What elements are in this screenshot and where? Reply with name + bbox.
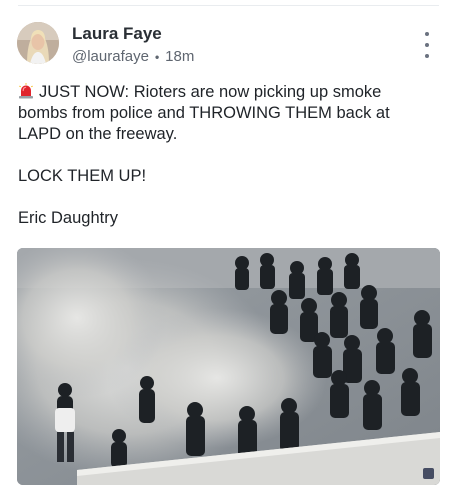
- vertical-dots-icon-dot: [425, 43, 429, 47]
- avatar[interactable]: [17, 22, 59, 64]
- vertical-dots-icon: [425, 32, 429, 36]
- post-line-1: JUST NOW: Rioters are now picking up smo…: [18, 82, 428, 145]
- avatar-image: [17, 22, 59, 64]
- post-card: Laura Faye @laurafaye • 18m JUST NOW: Ri…: [0, 0, 457, 500]
- post-media[interactable]: [17, 248, 440, 485]
- author-block: Laura Faye @laurafaye • 18m: [72, 24, 194, 66]
- meta-separator: •: [154, 50, 160, 64]
- media-badge-icon: [423, 468, 434, 479]
- police-light-icon: [19, 83, 33, 99]
- post-line-2: LOCK THEM UP!: [18, 167, 147, 185]
- author-meta: @laurafaye • 18m: [72, 48, 194, 66]
- vertical-dots-icon-dot: [425, 54, 429, 58]
- author-name[interactable]: Laura Faye: [72, 24, 194, 44]
- media-image: [17, 248, 440, 485]
- more-options-button[interactable]: [416, 32, 438, 58]
- author-handle[interactable]: @laurafaye: [72, 48, 149, 66]
- post-timestamp: 18m: [165, 48, 195, 65]
- post-body: JUST NOW: Rioters are now picking up smo…: [18, 82, 428, 229]
- post-line-1-text: JUST NOW: Rioters are now picking up smo…: [18, 83, 390, 143]
- post-line-3: Eric Daughtry: [18, 209, 118, 227]
